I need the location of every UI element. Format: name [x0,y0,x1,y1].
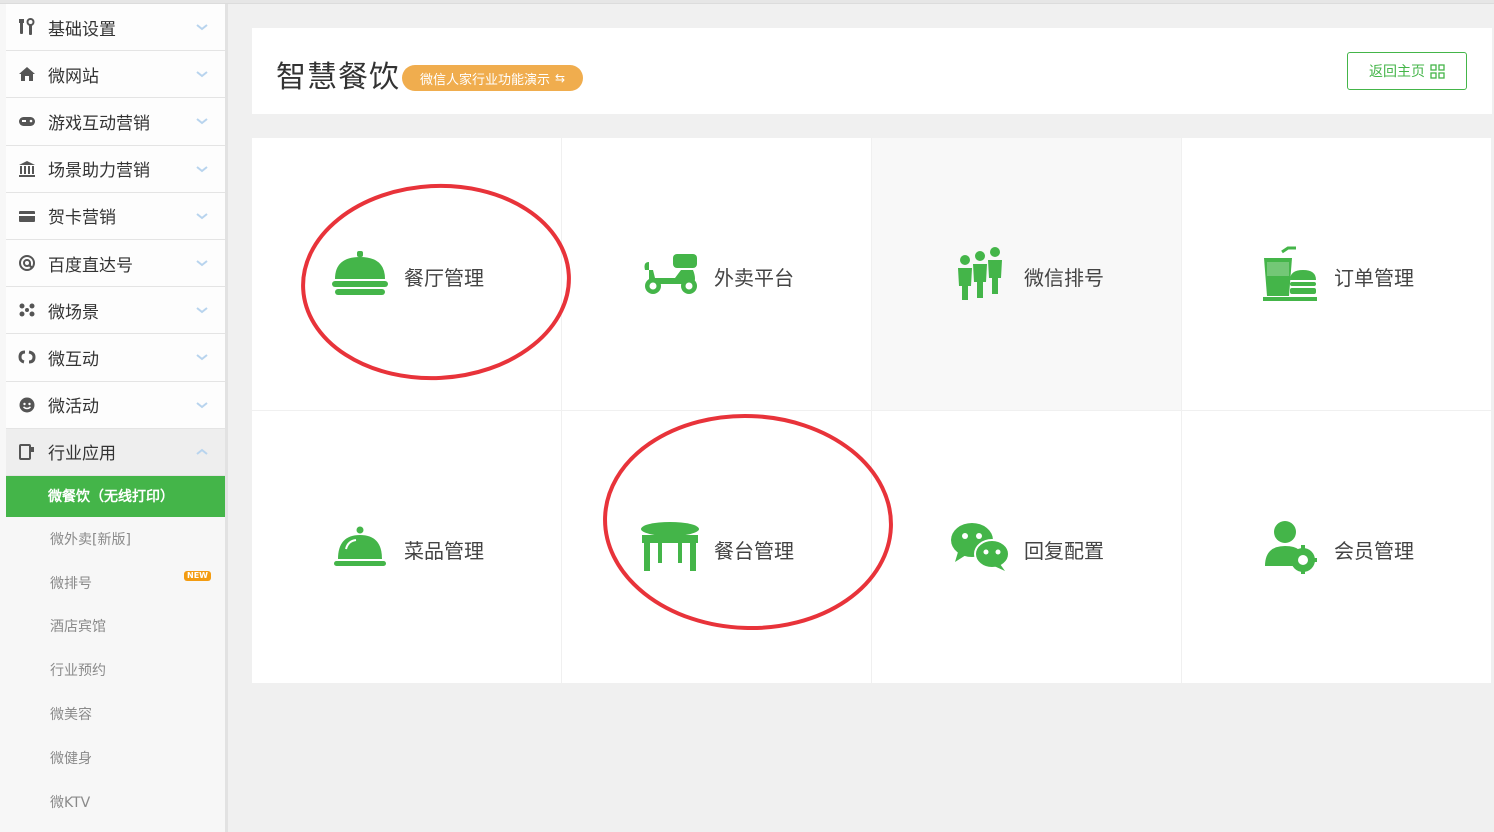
chevron-down-icon [196,118,208,125]
sidebar-item-micro-scene[interactable]: 微场景 [6,287,225,335]
sidebar-subitem-label: 微排号 [50,575,92,592]
tile-label: 会员管理 [1334,539,1414,563]
wechat-icon [950,517,1010,577]
sidebar-item-micro-activity[interactable]: 微活动 [6,381,225,429]
sidebar-subitem-beauty[interactable]: 微美容 [6,692,225,736]
sidebar-item-label: 基础设置 [48,19,116,40]
activity-icon [18,396,36,414]
tile-label: 微信排号 [1024,266,1104,290]
demo-badge-label: 微信人家行业功能演示 [420,72,551,88]
sidebar-subitem-fitness[interactable]: 微健身 [6,735,225,780]
sidebar-item-label: 微场景 [48,302,99,323]
sidebar-subitem-queue[interactable]: 微排号 NEW [6,560,225,605]
grid-icon [1430,63,1445,79]
function-grid: 餐厅管理 外卖平台 微信排号 订单管理 菜品管理 餐台管理 回复配置 会员管理 [252,138,1492,684]
card-icon [18,207,36,225]
tile-table-management[interactable]: 餐台管理 [562,411,872,684]
sidebar-item-baidu-direct[interactable]: 百度直达号 [6,239,225,288]
tile-label: 菜品管理 [404,539,484,563]
back-home-label: 返回主页 [1369,64,1425,80]
tile-takeout-platform[interactable]: 外卖平台 [562,138,872,411]
tile-reply-config[interactable]: 回复配置 [872,411,1182,684]
bank-icon [18,160,36,178]
swap-arrows-icon: ⇆ [555,71,566,85]
sidebar-item-greeting-card[interactable]: 贺卡营销 [6,192,225,240]
sidebar-subitem-label: 酒店宾馆 [50,619,106,636]
sidebar-item-micro-site[interactable]: 微网站 [6,51,225,99]
chevron-down-icon [196,212,208,220]
sidebar-subitem-label: 微外卖[新版] [50,531,131,548]
back-home-button[interactable]: 返回主页 [1347,52,1467,90]
tile-order-management[interactable]: 订单管理 [1182,138,1492,411]
industry-icon [18,443,36,461]
tile-label: 外卖平台 [714,266,794,290]
sidebar-item-game-marketing[interactable]: 游戏互动营销 [6,98,225,146]
chevron-down-icon [196,260,208,267]
scooter-icon [640,244,700,304]
sidebar-subitem-ktv[interactable]: 微KTV [6,779,225,824]
sidebar-item-micro-interact[interactable]: 微互动 [6,334,225,382]
new-badge: NEW [184,570,211,581]
sidebar-item-label: 微活动 [48,397,99,418]
sidebar-subitem-booking[interactable]: 行业预约 [6,648,225,693]
header-card: 智慧餐饮 微信人家行业功能演示 ⇆ 返回主页 [252,28,1492,114]
demo-badge[interactable]: 微信人家行业功能演示 ⇆ [402,65,584,91]
chevron-down-icon [196,307,208,314]
queue-people-icon [950,244,1010,304]
table-icon [640,517,700,577]
sidebar-subitem-label: 行业预约 [50,663,106,680]
sidebar-item-label: 行业应用 [48,444,116,465]
interact-icon [18,348,36,366]
tile-member-management[interactable]: 会员管理 [1182,411,1492,684]
chevron-down-icon [196,71,208,78]
chevron-down-icon [196,401,208,408]
tile-label: 回复配置 [1024,539,1104,563]
chevron-up-icon [196,448,208,455]
tile-restaurant-management[interactable]: 餐厅管理 [252,138,562,411]
at-icon [18,254,36,272]
sidebar-subitem-label: 微美容 [50,706,92,723]
tile-label: 餐台管理 [714,539,794,563]
sidebar-item-label: 微网站 [48,66,99,87]
chevron-down-icon [196,165,208,172]
member-settings-icon [1260,517,1320,577]
sidebar-item-scene-marketing[interactable]: 场景助力营销 [6,145,225,193]
gamepad-icon [18,112,36,130]
sidebar-subitem-label: 微健身 [50,750,92,767]
tile-dish-management[interactable]: 菜品管理 [252,411,562,684]
tools-icon [18,18,36,36]
sidebar-item-label: 微互动 [48,349,99,370]
sidebar-item-basic-settings[interactable]: 基础设置 [6,4,225,52]
sidebar-subitem-catering-active[interactable]: 微餐饮（无线打印） [6,475,225,517]
dish-icon [330,517,390,577]
scene-icon [18,301,36,319]
sidebar-subitem-takeout[interactable]: 微外卖[新版] [6,516,225,561]
chevron-down-icon [196,24,208,31]
tile-label: 餐厅管理 [404,266,484,290]
cloche-icon [330,244,390,304]
page-title: 智慧餐饮 [276,60,400,95]
sidebar-item-label: 百度直达号 [48,255,133,276]
sidebar-item-industry-apps[interactable]: 行业应用 [6,428,225,476]
tile-wechat-queue[interactable]: 微信排号 [872,138,1182,411]
sidebar-subitem-hotel[interactable]: 酒店宾馆 [6,604,225,649]
sidebar-item-label: 场景助力营销 [48,161,150,182]
tile-label: 订单管理 [1334,266,1414,290]
sidebar-subitem-label: 微KTV [50,794,91,811]
home-icon [18,65,36,83]
sidebar: 基础设置 微网站 游戏互动营销 场景助力营销 贺卡营销 百度直达号 微场景 微互… [0,4,228,832]
fastfood-icon [1260,244,1320,304]
chevron-down-icon [196,354,208,361]
sidebar-item-label: 贺卡营销 [48,208,116,229]
sidebar-item-label: 游戏互动营销 [48,113,150,134]
